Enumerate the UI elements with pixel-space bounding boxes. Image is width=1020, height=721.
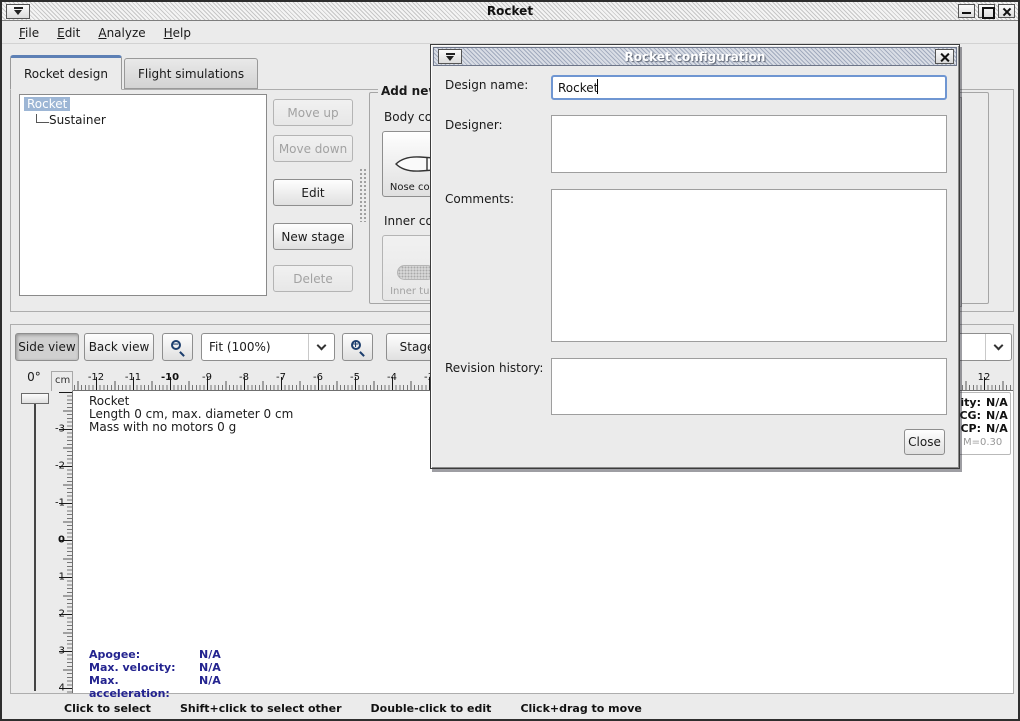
v-ruler-label: -1 <box>55 498 65 509</box>
mach-indicator: M=0.30 <box>963 436 1010 449</box>
split-handle[interactable] <box>359 168 367 222</box>
ruler-unit-label: cm <box>51 371 73 391</box>
status-hints: Click to select Shift+click to select oth… <box>2 697 1018 720</box>
h-ruler-label: -5 <box>350 372 360 383</box>
side-view-button[interactable]: Side view <box>15 333 79 361</box>
designer-label: Designer: <box>445 115 551 173</box>
menubar: File Edit Analyze Help <box>2 22 1018 44</box>
h-ruler-label: 12 <box>978 372 991 383</box>
designer-field[interactable] <box>551 115 947 173</box>
rotation-slider[interactable] <box>19 389 51 693</box>
design-name-field[interactable] <box>551 75 947 100</box>
zoom-level-value: Fit (100%) <box>202 340 308 354</box>
tab-bar: Rocket design Flight simulations <box>10 55 260 89</box>
maximize-button[interactable] <box>978 4 995 18</box>
revision-history-label: Revision history: <box>445 358 551 415</box>
dialog-titlebar[interactable]: Rocket configuration <box>433 47 957 66</box>
new-stage-button[interactable]: New stage <box>273 223 353 250</box>
v-ruler-label: 0 <box>58 535 65 546</box>
menu-file[interactable]: File <box>12 24 46 42</box>
rocket-summary: Rocket Length 0 cm, max. diameter 0 cm M… <box>89 395 293 434</box>
menu-analyze[interactable]: Analyze <box>91 24 152 42</box>
v-ruler-label: 2 <box>59 609 65 620</box>
status-hint: Double-click to edit <box>371 702 492 715</box>
h-ruler-label: -4 <box>387 372 397 383</box>
zoom-level-select[interactable]: Fit (100%) <box>201 333 335 361</box>
h-ruler-label: -11 <box>125 372 141 383</box>
minimize-button[interactable] <box>958 4 975 18</box>
magnifier-plus-icon: + <box>350 339 366 355</box>
v-ruler-label: 1 <box>59 572 65 583</box>
h-ruler-label: -12 <box>88 372 104 383</box>
h-ruler-label: -8 <box>239 372 249 383</box>
v-ruler-label: -3 <box>55 424 65 435</box>
design-name-label: Design name: <box>445 75 551 100</box>
chevron-down-icon <box>994 341 1004 351</box>
move-up-button[interactable]: Move up <box>273 99 353 126</box>
rocket-configuration-dialog: Rocket configuration Design name: Design… <box>430 44 960 469</box>
h-ruler-label: -9 <box>202 372 212 383</box>
v-ruler-label: -2 <box>55 461 65 472</box>
tree-connector <box>36 114 49 123</box>
menu-edit[interactable]: Edit <box>50 24 87 42</box>
h-ruler-label: -7 <box>276 372 286 383</box>
tree-item-rocket[interactable]: Rocket <box>24 97 70 111</box>
dialog-menu-button[interactable] <box>438 49 462 64</box>
rotation-angle-label: 0° <box>17 370 51 388</box>
dialog-title: Rocket configuration <box>434 50 956 64</box>
tab-flight-simulations[interactable]: Flight simulations <box>124 58 258 89</box>
move-down-button[interactable]: Move down <box>273 135 353 162</box>
flight-stats: Apogee:N/A Max. velocity:N/A Max. accele… <box>89 648 221 700</box>
window-menu-icon <box>446 53 455 61</box>
comments-label: Comments: <box>445 189 551 342</box>
zoom-out-button[interactable]: − <box>162 333 193 361</box>
window-titlebar[interactable]: Rocket <box>2 2 1018 21</box>
window-title: Rocket <box>2 4 1018 18</box>
delete-button[interactable]: Delete <box>273 265 353 292</box>
status-hint: Shift+click to select other <box>180 702 342 715</box>
dialog-close-button[interactable]: Close <box>904 429 945 455</box>
slider-track <box>34 395 36 691</box>
zoom-in-button[interactable]: + <box>342 333 373 361</box>
v-ruler-label: 4 <box>59 683 65 694</box>
component-tree[interactable]: Rocket Sustainer <box>19 94 267 296</box>
status-hint: Click+drag to move <box>520 702 641 715</box>
status-hint: Click to select <box>64 702 151 715</box>
text-caret <box>597 79 598 94</box>
close-button[interactable] <box>998 4 1015 18</box>
slider-thumb[interactable] <box>21 393 49 404</box>
menu-help[interactable]: Help <box>157 24 198 42</box>
main-window: Rocket File Edit Analyze Help Rocket des… <box>0 0 1020 721</box>
chevron-down-icon <box>317 341 327 351</box>
magnifier-minus-icon: − <box>170 339 186 355</box>
tab-rocket-design[interactable]: Rocket design <box>10 55 122 90</box>
comments-field[interactable] <box>551 189 947 342</box>
h-ruler-label: -10 <box>161 372 179 383</box>
window-menu-button[interactable] <box>6 4 30 19</box>
dialog-close-icon-button[interactable] <box>935 49 954 64</box>
vertical-ruler: -3 -2 -1 0 1 2 3 4 <box>51 391 73 693</box>
revision-history-field[interactable] <box>551 358 947 415</box>
tree-item-sustainer[interactable]: Sustainer <box>49 113 106 127</box>
edit-button[interactable]: Edit <box>273 179 353 206</box>
window-menu-icon <box>14 7 23 15</box>
v-ruler-label: 3 <box>59 646 65 657</box>
h-ruler-label: -6 <box>313 372 323 383</box>
back-view-button[interactable]: Back view <box>84 333 154 361</box>
